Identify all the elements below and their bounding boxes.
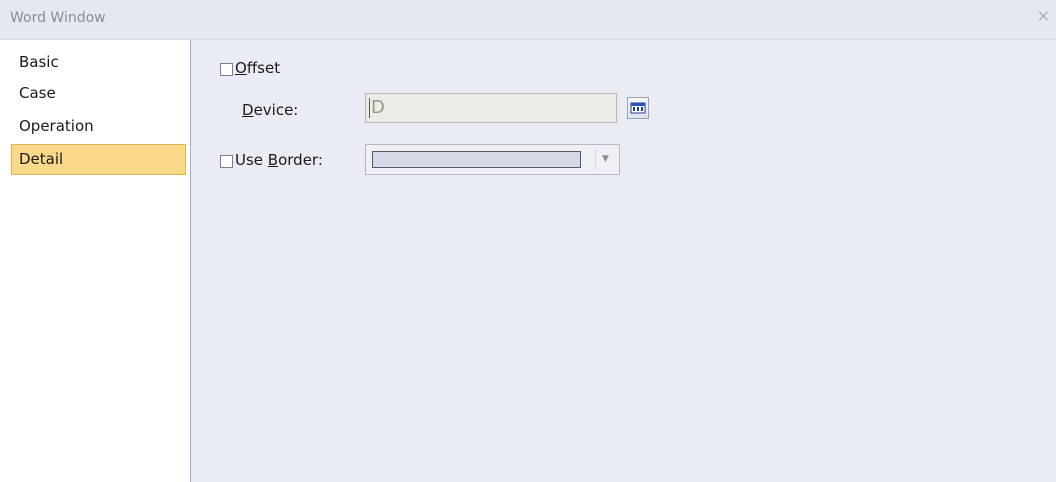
use-border-label-rest: order:	[278, 151, 323, 169]
sidebar-item-label: Case	[19, 84, 56, 102]
sidebar-item-label: Detail	[19, 150, 64, 168]
border-color-dropdown[interactable]: ▼	[365, 144, 620, 175]
close-icon[interactable]: ×	[1037, 8, 1050, 24]
detail-panel: Offset Device: D Use Border: ▼	[191, 40, 1056, 482]
category-sidebar: Basic Case Operation Detail	[0, 40, 191, 482]
device-browse-button[interactable]	[627, 97, 649, 119]
device-browse-icon	[630, 102, 646, 114]
use-border-label[interactable]: Use Border:	[235, 151, 323, 169]
offset-label-rest: ffset	[246, 59, 281, 77]
use-border-checkbox[interactable]	[220, 155, 233, 168]
border-color-swatch	[372, 151, 581, 168]
offset-label[interactable]: Offset	[235, 59, 280, 77]
text-caret	[369, 98, 370, 118]
sidebar-item-case[interactable]: Case	[11, 78, 186, 109]
sidebar-item-operation[interactable]: Operation	[11, 111, 186, 142]
device-mnemonic: D	[242, 101, 254, 119]
title-bar: Word Window ×	[0, 0, 1056, 40]
device-field[interactable]: D	[365, 93, 617, 123]
device-label: Device:	[242, 101, 298, 119]
use-border-label-prefix: Use	[235, 151, 268, 169]
offset-checkbox[interactable]	[220, 63, 233, 76]
sidebar-item-label: Operation	[19, 117, 94, 135]
use-border-mnemonic: B	[267, 151, 279, 169]
sidebar-item-detail[interactable]: Detail	[11, 144, 186, 175]
window-title: Word Window	[10, 10, 106, 26]
sidebar-item-label: Basic	[19, 53, 59, 71]
chevron-down-icon[interactable]: ▼	[595, 149, 615, 170]
device-label-rest: evice:	[253, 101, 299, 119]
sidebar-item-basic[interactable]: Basic	[11, 47, 186, 78]
offset-mnemonic: O	[235, 59, 247, 77]
device-value: D	[371, 97, 385, 118]
